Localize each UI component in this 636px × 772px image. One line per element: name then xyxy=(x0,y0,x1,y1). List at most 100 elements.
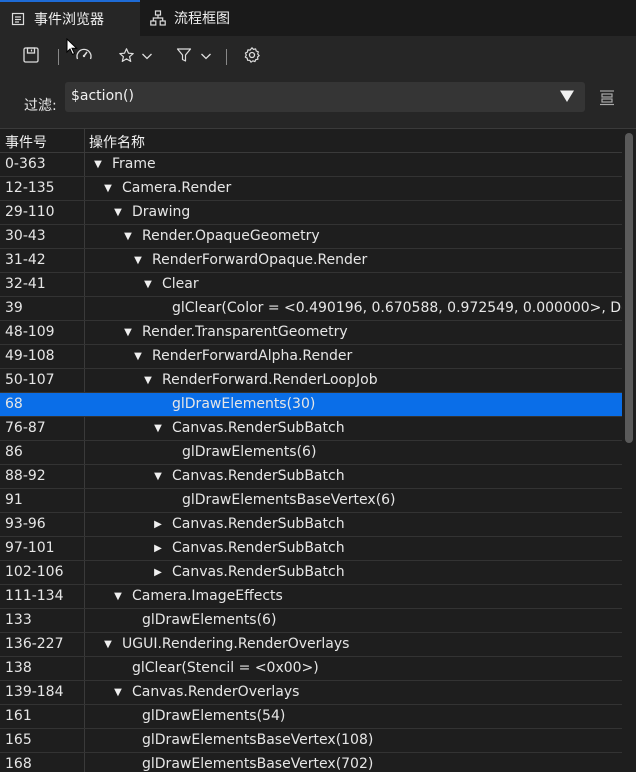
tab-label: 事件浏览器 xyxy=(34,12,104,28)
table-row[interactable]: 12-135 ▼ Camera.Render xyxy=(0,177,622,201)
chevron-down-icon xyxy=(200,49,212,65)
event-id: 139-184 xyxy=(5,684,64,700)
table-row[interactable]: 76-87 ▼ Canvas.RenderSubBatch xyxy=(0,417,622,441)
tab-event-browser[interactable]: 事件浏览器 xyxy=(0,0,140,36)
action-name: glDrawElements(6) xyxy=(182,444,317,460)
filter-icon xyxy=(176,47,192,67)
star-icon xyxy=(118,47,135,68)
action-name: Canvas.RenderSubBatch xyxy=(172,540,345,556)
action-name: glDrawElementsBaseVertex(702) xyxy=(142,756,374,772)
action-name: glDrawElements(30) xyxy=(172,396,316,412)
event-id: 138 xyxy=(5,660,32,676)
expand-toggle-icon[interactable]: ▼ xyxy=(113,207,123,218)
event-id: 31-42 xyxy=(5,252,46,268)
table-row[interactable]: 93-96 ▶ Canvas.RenderSubBatch xyxy=(0,513,622,537)
expand-toggle-icon[interactable]: ▼ xyxy=(153,423,163,434)
expand-toggle-icon[interactable]: ▼ xyxy=(103,183,113,194)
event-id: 102-106 xyxy=(5,564,64,580)
table-row[interactable]: 138 glClear(Stencil = <0x00>) xyxy=(0,657,622,681)
table-row[interactable]: 50-107 ▼ RenderForward.RenderLoopJob xyxy=(0,369,622,393)
action-name: glDrawElementsBaseVertex(108) xyxy=(142,732,374,748)
action-name: glClear(Stencil = <0x00>) xyxy=(132,660,319,676)
expand-toggle-icon[interactable]: ▼ xyxy=(113,591,123,602)
action-node: ▼ Canvas.RenderSubBatch xyxy=(153,420,344,436)
action-name-cell: glDrawElements(6) xyxy=(85,441,622,465)
table-row[interactable]: 161 glDrawElements(54) xyxy=(0,705,622,729)
event-id: 168 xyxy=(5,756,32,772)
table-row[interactable]: 48-109 ▼ Render.TransparentGeometry xyxy=(0,321,622,345)
expand-toggle-icon[interactable]: ▼ xyxy=(123,327,133,338)
gear-icon xyxy=(243,46,261,68)
table-row[interactable]: 31-42 ▼ RenderForwardOpaque.Render xyxy=(0,249,622,273)
action-node: ▼ Render.TransparentGeometry xyxy=(123,324,348,340)
action-node: ▼ Camera.ImageEffects xyxy=(113,588,283,604)
vertical-scrollbar[interactable] xyxy=(622,129,636,772)
expand-toggle-icon[interactable]: ▼ xyxy=(143,375,153,386)
table-row[interactable]: 97-101 ▶ Canvas.RenderSubBatch xyxy=(0,537,622,561)
action-node: ▼ Drawing xyxy=(113,204,190,220)
bookmark-dropdown[interactable] xyxy=(118,46,153,68)
expand-toggle-icon[interactable]: ▼ xyxy=(133,255,143,266)
table-row[interactable]: 133 glDrawElements(6) xyxy=(0,609,622,633)
expand-toggle-icon[interactable]: ▼ xyxy=(153,471,163,482)
action-name-cell: ▼ Drawing xyxy=(85,201,622,225)
tab-bar: 事件浏览器 流程框图 xyxy=(0,0,636,36)
action-node: ▼ Clear xyxy=(143,276,198,292)
collapse-toggle-icon[interactable]: ▶ xyxy=(153,567,163,578)
table-row[interactable]: 111-134 ▼ Camera.ImageEffects xyxy=(0,585,622,609)
action-name: Camera.ImageEffects xyxy=(132,588,283,604)
toolbar xyxy=(0,36,636,78)
collapse-toggle-icon[interactable]: ▶ xyxy=(153,543,163,554)
table-row[interactable]: 139-184 ▼ Canvas.RenderOverlays xyxy=(0,681,622,705)
event-id: 97-101 xyxy=(5,540,55,556)
event-id: 39 xyxy=(5,300,23,316)
table-row[interactable]: 49-108 ▼ RenderForwardAlpha.Render xyxy=(0,345,622,369)
action-name: glDrawElements(54) xyxy=(142,708,286,724)
action-name-cell: ▼ UGUI.Rendering.RenderOverlays xyxy=(85,633,622,657)
settings-button[interactable] xyxy=(243,46,261,68)
table-row[interactable]: 136-227 ▼ UGUI.Rendering.RenderOverlays xyxy=(0,633,622,657)
action-name-cell: glDrawElements(30) xyxy=(85,393,622,417)
table-row[interactable]: 30-43 ▼ Render.OpaqueGeometry xyxy=(0,225,622,249)
filter-options-button[interactable] xyxy=(598,88,616,110)
table-row[interactable]: 29-110 ▼ Drawing xyxy=(0,201,622,225)
save-button[interactable] xyxy=(22,46,40,68)
expand-toggle-icon[interactable]: ▼ xyxy=(103,639,113,650)
event-id: 76-87 xyxy=(5,420,46,436)
action-name-cell: ▼ RenderForward.RenderLoopJob xyxy=(85,369,622,393)
dropdown-arrow-icon[interactable] xyxy=(559,89,575,107)
action-name: Canvas.RenderOverlays xyxy=(132,684,300,700)
action-name: glDrawElements(6) xyxy=(142,612,277,628)
action-name-cell: glDrawElementsBaseVertex(6) xyxy=(85,489,622,513)
table-row[interactable]: 39 glClear(Color = <0.490196, 0.670588, 0… xyxy=(0,297,622,321)
action-node: ▶ Canvas.RenderSubBatch xyxy=(153,540,345,556)
filter-dropdown[interactable] xyxy=(176,46,212,68)
table-row[interactable]: 32-41 ▼ Clear xyxy=(0,273,622,297)
toolbar-separator xyxy=(58,49,59,65)
table-row[interactable]: 165 glDrawElementsBaseVertex(108) xyxy=(0,729,622,753)
tab-flowchart[interactable]: 流程框图 xyxy=(140,0,260,36)
event-id: 48-109 xyxy=(5,324,55,340)
collapse-toggle-icon[interactable]: ▶ xyxy=(153,519,163,530)
table-row[interactable]: 86 glDrawElements(6) xyxy=(0,441,622,465)
expand-toggle-icon[interactable]: ▼ xyxy=(113,687,123,698)
filter-input[interactable]: $action() xyxy=(65,82,585,112)
scrollbar-thumb[interactable] xyxy=(625,133,633,443)
table-row[interactable]: 68 glDrawElements(30) xyxy=(0,393,622,417)
expand-toggle-icon[interactable]: ▼ xyxy=(123,231,133,242)
table-row[interactable]: 91 glDrawElementsBaseVertex(6) xyxy=(0,489,622,513)
expand-toggle-icon[interactable]: ▼ xyxy=(143,279,153,290)
column-header-event-id[interactable]: 事件号 xyxy=(5,132,47,152)
column-header-action-name[interactable]: 操作名称 xyxy=(89,132,145,152)
action-node: ▼ RenderForwardAlpha.Render xyxy=(133,348,352,364)
expand-toggle-icon[interactable]: ▼ xyxy=(93,159,103,170)
expand-toggle-icon[interactable]: ▼ xyxy=(133,351,143,362)
event-table: 事件号 操作名称 0-363 ▼ Frame 12-135 ▼ Camera.Render… xyxy=(0,128,636,772)
table-row[interactable]: 168 glDrawElementsBaseVertex(702) xyxy=(0,753,622,772)
event-id: 29-110 xyxy=(5,204,55,220)
mouse-cursor-icon xyxy=(66,37,78,60)
action-name: RenderForwardAlpha.Render xyxy=(152,348,353,364)
table-row[interactable]: 88-92 ▼ Canvas.RenderSubBatch xyxy=(0,465,622,489)
table-row[interactable]: 0-363 ▼ Frame xyxy=(0,153,622,177)
table-row[interactable]: 102-106 ▶ Canvas.RenderSubBatch xyxy=(0,561,622,585)
